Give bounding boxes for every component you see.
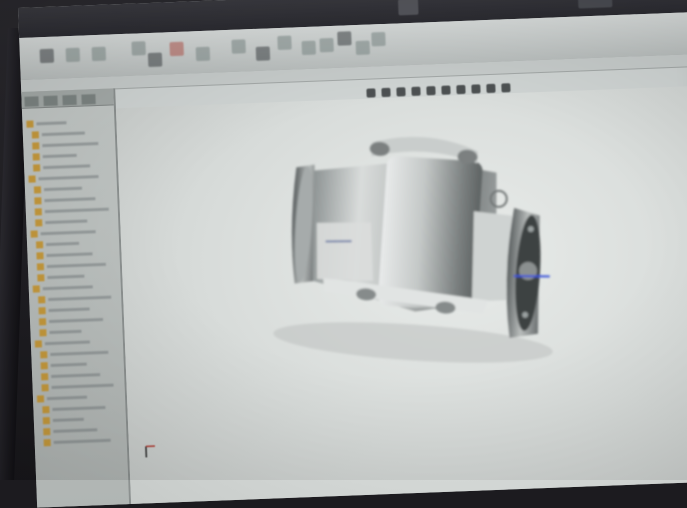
valve-body-model[interactable] [116,85,687,508]
feature-tree-item[interactable] [42,396,122,408]
previous-view-icon[interactable] [396,87,405,96]
zoom-area-icon[interactable] [381,88,390,97]
scene-icon[interactable] [486,84,495,93]
hide-show-icon[interactable] [456,85,465,94]
feature-tree-icon[interactable] [24,96,38,107]
feature-tree-item[interactable] [30,221,110,233]
zoom-to-fit-icon[interactable] [366,88,375,97]
feature-tree-item[interactable] [31,121,111,133]
feature-tree-item[interactable] [34,187,114,199]
feature-tree-item[interactable] [42,407,122,419]
feature-tree-item[interactable] [41,363,121,375]
display-style-icon[interactable] [441,85,450,94]
left-lower-block[interactable] [313,219,377,283]
curves-icon[interactable] [356,41,371,56]
reference-geometry-icon[interactable] [337,31,352,46]
feature-icon [44,439,51,446]
chamfer-icon[interactable] [196,47,211,62]
feature-tree-item[interactable] [40,352,120,364]
monitor-photo [0,0,687,480]
configuration-icon[interactable] [62,95,76,106]
origin-triad-icon [143,443,160,460]
feature-tree-item[interactable] [26,111,106,123]
feature-tree-item[interactable] [28,166,108,178]
mirror-icon[interactable] [277,36,292,51]
feature-tree-item[interactable] [34,198,114,210]
dim-expert-icon[interactable] [81,94,95,105]
sweep-icon[interactable] [131,41,146,56]
rib-icon[interactable] [231,39,246,54]
property-manager-icon[interactable] [43,96,57,107]
feature-tree-item[interactable] [37,253,117,265]
search-box[interactable] [578,0,613,8]
feature-tree-label-blur [54,439,111,444]
extrude-icon[interactable] [66,48,81,63]
feature-tree-item[interactable] [38,297,118,309]
loft-icon[interactable] [148,53,163,68]
feature-tree-item[interactable] [35,331,115,343]
feature-manager-tabs [21,88,114,109]
appearance-icon[interactable] [471,84,480,93]
feature-tree-item[interactable] [34,176,114,188]
feature-tree-item[interactable] [36,231,116,243]
sketch-icon[interactable] [40,49,55,64]
feature-tree-item[interactable] [40,341,120,353]
feature-tree-item[interactable] [32,276,112,288]
cad-application-window [18,0,687,508]
view-settings-icon[interactable] [501,83,510,92]
feature-tree-item[interactable] [39,319,119,331]
feature-manager-tree [21,88,131,507]
view-orientation-icon[interactable] [426,86,435,95]
feature-tree-item[interactable] [32,132,112,144]
feature-tree-item[interactable] [38,286,118,298]
revolve-icon[interactable] [92,47,107,62]
fillet-icon[interactable] [169,42,184,57]
feature-tree-item[interactable] [35,209,115,221]
section-view-icon[interactable] [411,87,420,96]
window-menu-button[interactable] [398,0,419,15]
feature-tree-item[interactable] [36,242,116,254]
graphics-area[interactable] [116,85,687,508]
pattern-icon[interactable] [301,41,316,56]
feature-tree-item[interactable] [41,374,121,386]
feature-tree-item[interactable] [37,385,117,397]
feature-tree-item[interactable] [33,154,113,166]
feature-tree-item[interactable] [43,429,123,441]
feature-tree-item[interactable] [32,143,112,155]
feature-tree-item[interactable] [37,264,117,276]
feature-tree-item[interactable] [43,418,123,430]
hole-wizard-icon[interactable] [319,38,334,53]
shell-icon[interactable] [256,46,271,61]
feature-tree-item[interactable] [39,308,119,320]
rebuild-icon[interactable] [371,32,386,47]
